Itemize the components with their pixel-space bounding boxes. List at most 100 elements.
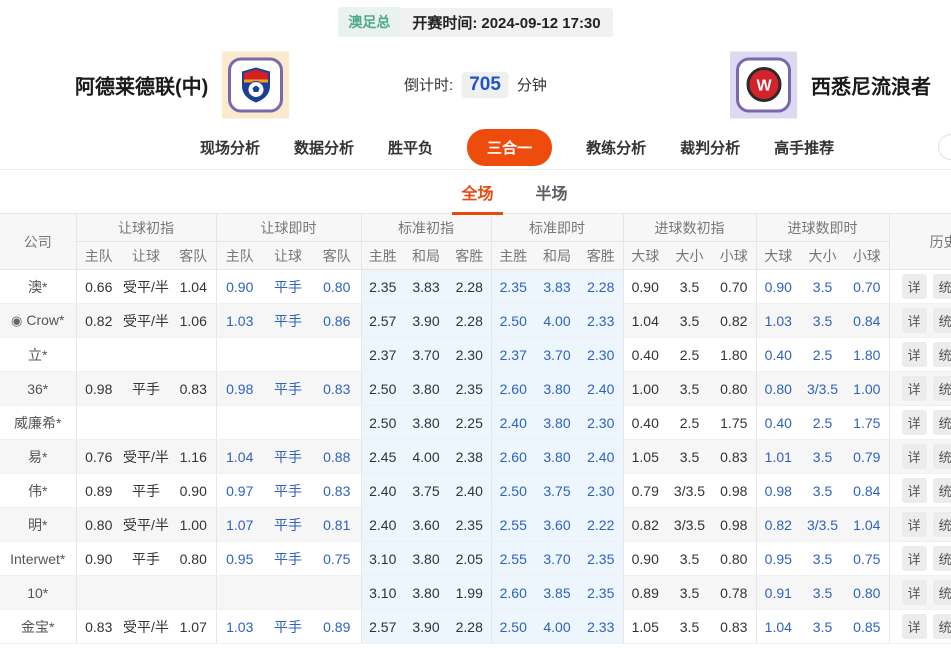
countdown-label: 倒计时: <box>404 74 453 95</box>
detail-button[interactable]: 详 <box>902 342 927 367</box>
detail-button[interactable]: 详 <box>902 478 927 503</box>
stats-button[interactable]: 统 <box>933 274 951 299</box>
odds-cell: 2.35 <box>579 542 623 576</box>
subtab-2[interactable]: 半场 <box>534 169 570 215</box>
odds-cell <box>121 338 171 372</box>
odds-cell: 2.38 <box>448 440 491 474</box>
odds-cell: 2.28 <box>448 270 491 304</box>
nav-tab-7[interactable]: 高手推荐 <box>774 137 834 158</box>
detail-button[interactable]: 详 <box>902 512 927 537</box>
odds-cell: 3.5 <box>667 542 712 576</box>
stats-button[interactable]: 统 <box>933 308 951 333</box>
odds-cell: 0.80 <box>712 372 756 406</box>
odds-cell: 0.90 <box>623 542 667 576</box>
odds-cell: 0.40 <box>623 338 667 372</box>
odds-cell: 0.95 <box>756 542 800 576</box>
nav-tab-1[interactable]: 现场分析 <box>200 137 260 158</box>
odds-cell: 0.75 <box>313 542 361 576</box>
odds-cell: 2.55 <box>491 542 535 576</box>
odds-cell: 2.40 <box>579 440 623 474</box>
detail-button[interactable]: 详 <box>902 580 927 605</box>
odds-cell: 0.66 <box>76 270 121 304</box>
odds-cell: 受平/半 <box>121 508 171 542</box>
col-company: 公司 <box>0 214 76 270</box>
odds-cell: 平手 <box>263 270 313 304</box>
odds-cell: 2.35 <box>361 270 404 304</box>
table-row: 威廉希*2.503.802.252.403.802.300.402.51.750… <box>0 406 951 440</box>
odds-cell <box>76 576 121 610</box>
table-row: 金宝*0.83受平/半1.071.03平手0.892.573.902.282.5… <box>0 610 951 644</box>
odds-cell: 2.60 <box>491 576 535 610</box>
stats-button[interactable]: 统 <box>933 478 951 503</box>
odds-cell: 受平/半 <box>121 270 171 304</box>
odds-cell: 0.80 <box>756 372 800 406</box>
odds-cell: 1.07 <box>216 508 263 542</box>
odds-cell: 2.45 <box>361 440 404 474</box>
odds-cell: 0.83 <box>712 440 756 474</box>
nav-scroll-button[interactable] <box>938 134 951 160</box>
stats-button[interactable]: 统 <box>933 546 951 571</box>
stats-button[interactable]: 统 <box>933 512 951 537</box>
odds-cell <box>171 406 216 440</box>
detail-button[interactable]: 详 <box>902 308 927 333</box>
home-team: 阿德莱德联(中) <box>75 51 289 118</box>
detail-button[interactable]: 详 <box>902 274 927 299</box>
odds-cell: 3.80 <box>404 542 448 576</box>
table-row: 立*2.373.702.302.373.702.300.402.51.800.4… <box>0 338 951 372</box>
nav-tab-2[interactable]: 数据分析 <box>294 137 354 158</box>
stats-button[interactable]: 统 <box>933 410 951 435</box>
odds-cell: 1.04 <box>171 270 216 304</box>
odds-cell: 2.5 <box>667 338 712 372</box>
col-group-6: 进球数即时 <box>756 214 889 242</box>
odds-cell <box>76 338 121 372</box>
stats-button[interactable]: 统 <box>933 580 951 605</box>
stats-button[interactable]: 统 <box>933 342 951 367</box>
detail-button[interactable]: 详 <box>902 410 927 435</box>
odds-cell <box>313 576 361 610</box>
odds-cell: 0.90 <box>76 542 121 576</box>
stats-button[interactable]: 统 <box>933 376 951 401</box>
odds-cell: 0.97 <box>216 474 263 508</box>
nav-tab-4[interactable]: 三合一 <box>467 129 552 166</box>
detail-button[interactable]: 详 <box>902 444 927 469</box>
row-actions: 详统 <box>889 406 951 440</box>
subtab-1[interactable]: 全场 <box>459 169 495 215</box>
row-actions: 详统 <box>889 372 951 406</box>
odds-cell: 0.95 <box>216 542 263 576</box>
detail-button[interactable]: 详 <box>902 376 927 401</box>
odds-cell <box>263 406 313 440</box>
detail-button[interactable]: 详 <box>902 546 927 571</box>
row-actions: 详统 <box>889 474 951 508</box>
odds-cell <box>76 406 121 440</box>
odds-cell <box>313 406 361 440</box>
odds-cell: 0.79 <box>845 440 889 474</box>
table-row: 36*0.98平手0.830.98平手0.832.503.802.352.603… <box>0 372 951 406</box>
odds-cell: 2.60 <box>491 440 535 474</box>
stats-button[interactable]: 统 <box>933 444 951 469</box>
odds-cell <box>216 406 263 440</box>
col-sub: 主胜 <box>491 242 535 270</box>
odds-cell: 0.98 <box>712 508 756 542</box>
odds-cell: 2.5 <box>667 406 712 440</box>
odds-cell: 1.99 <box>448 576 491 610</box>
nav-tab-5[interactable]: 教练分析 <box>586 137 646 158</box>
odds-cell: 3.5 <box>800 304 845 338</box>
odds-cell: 3.80 <box>535 440 579 474</box>
odds-cell: 0.82 <box>756 508 800 542</box>
odds-cell: 0.79 <box>623 474 667 508</box>
odds-cell: 3.83 <box>404 270 448 304</box>
col-history: 历史 <box>889 214 951 270</box>
col-sub: 客队 <box>313 242 361 270</box>
odds-cell: 2.57 <box>361 304 404 338</box>
odds-cell: 3.80 <box>535 372 579 406</box>
odds-cell: 平手 <box>263 372 313 406</box>
odds-cell: 3.90 <box>404 304 448 338</box>
odds-cell: 3.5 <box>667 304 712 338</box>
nav-tab-6[interactable]: 裁判分析 <box>680 137 740 158</box>
stats-button[interactable]: 统 <box>933 614 951 639</box>
col-group-4: 标准即时 <box>491 214 623 242</box>
odds-cell: 平手 <box>121 372 171 406</box>
detail-button[interactable]: 详 <box>902 614 927 639</box>
nav-tab-3[interactable]: 胜平负 <box>388 137 433 158</box>
company-name: 金宝* <box>0 610 76 644</box>
